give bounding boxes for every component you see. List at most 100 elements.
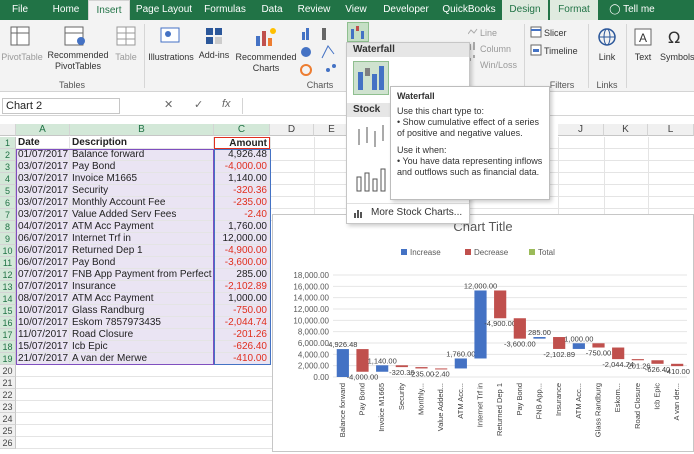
waterfall-bar[interactable] [631, 359, 644, 361]
chart-legend[interactable]: Increase Decrease Total [401, 248, 555, 257]
x-category-label: Value Added... [436, 383, 445, 431]
more-stock-charts-link[interactable]: More Stock Charts... [371, 207, 462, 219]
symbols-button[interactable]: Symbols [660, 52, 694, 63]
waterfall-bar[interactable] [671, 363, 684, 367]
waterfall-bar[interactable] [395, 365, 408, 368]
text-button[interactable]: Text [630, 52, 656, 63]
tab-developer[interactable]: Developer [376, 0, 436, 20]
row-header[interactable]: 8 [0, 221, 16, 233]
sparkline-column-button[interactable]: Column [480, 44, 511, 55]
row-header[interactable]: 16 [0, 317, 16, 329]
tab-formulas[interactable]: Formulas [198, 0, 252, 20]
stock-option-volume[interactable] [353, 163, 389, 195]
recommended-charts-icon [256, 28, 276, 46]
row-header[interactable]: 5 [0, 185, 16, 197]
row-header[interactable]: 15 [0, 305, 16, 317]
column-header-k[interactable]: K [604, 124, 648, 136]
row-header[interactable]: 3 [0, 161, 16, 173]
waterfall-bar[interactable] [376, 365, 389, 372]
waterfall-bar[interactable] [612, 347, 625, 360]
addins-button[interactable]: Add-ins [198, 50, 230, 61]
row-header[interactable]: 9 [0, 233, 16, 245]
tell-me-box[interactable]: ◯ Tell me [604, 0, 660, 20]
row-header[interactable]: 10 [0, 245, 16, 257]
tab-insert[interactable]: Insert [88, 0, 130, 20]
cell-header-amount[interactable]: Amount [214, 137, 270, 149]
waterfall-bar[interactable] [592, 343, 605, 348]
chart-series[interactable]: 0.00 2,000.00 4,000.00 6,000.00 8,000.00 10,0… [293, 271, 689, 437]
tab-home[interactable]: Home [44, 0, 88, 20]
name-box[interactable]: Chart 2 [2, 98, 120, 114]
row-header[interactable]: 21 [0, 377, 16, 389]
data-label: -2.40 [433, 369, 450, 378]
tab-file[interactable]: File [0, 0, 40, 20]
stock-option-hlc[interactable] [353, 123, 389, 153]
row-header[interactable]: 24 [0, 413, 16, 425]
fx-icon[interactable]: fx [222, 98, 231, 110]
waterfall-bar[interactable] [454, 358, 467, 369]
row-header[interactable]: 23 [0, 401, 16, 413]
cell-header-description[interactable]: Description [70, 137, 214, 149]
row-header[interactable]: 25 [0, 425, 16, 437]
row-header[interactable]: 14 [0, 293, 16, 305]
tables-group-label: Tables [58, 80, 85, 90]
tab-data[interactable]: Data [254, 0, 290, 20]
waterfall-bar[interactable] [572, 343, 585, 349]
addins-icon [206, 28, 222, 44]
row-header[interactable]: 13 [0, 281, 16, 293]
row-header[interactable]: 20 [0, 365, 16, 377]
column-header-b[interactable]: B [70, 124, 214, 136]
waterfall-bar[interactable] [513, 318, 526, 339]
row-header[interactable]: 6 [0, 197, 16, 209]
pivot-table-button[interactable]: PivotTable [0, 52, 44, 63]
column-header-l[interactable]: L [648, 124, 694, 136]
x-category-label: Pay Bond [515, 383, 524, 416]
row-header[interactable]: 19 [0, 353, 16, 365]
cancel-icon[interactable]: ✕ [164, 98, 173, 111]
illustrations-button[interactable]: Illustrations [146, 52, 196, 63]
chart-type-icons[interactable] [300, 24, 344, 76]
row-header[interactable]: 7 [0, 209, 16, 221]
row-header[interactable]: 12 [0, 269, 16, 281]
column-header-d[interactable]: D [270, 124, 314, 136]
waterfall-bar[interactable] [651, 360, 664, 364]
select-all-corner[interactable] [0, 124, 16, 136]
tab-quickbooks[interactable]: QuickBooks [438, 0, 500, 20]
tab-format[interactable]: Format [550, 0, 598, 20]
tab-design[interactable]: Design [502, 0, 548, 20]
chart-plot-area[interactable]: Chart Title Increase Decrease Total 0.002,… [273, 215, 693, 451]
recommended-charts-button[interactable]: Recommended Charts [232, 52, 300, 74]
timeline-button[interactable]: Timeline [544, 46, 578, 57]
row-header[interactable]: 22 [0, 389, 16, 401]
tab-review[interactable]: Review [292, 0, 336, 20]
tab-page-layout[interactable]: Page Layout [132, 0, 196, 20]
recommended-pivot-button[interactable]: Recommended PivotTables [46, 50, 110, 72]
row-header[interactable]: 18 [0, 341, 16, 353]
table-button[interactable]: Table [112, 52, 140, 63]
waterfall-stock-dropdown[interactable] [347, 22, 369, 42]
data-label: -2,102.89 [543, 350, 575, 359]
column-header-c[interactable]: C [214, 124, 270, 136]
cell-header-date[interactable]: Date [16, 137, 70, 149]
row-header[interactable]: 2 [0, 149, 16, 161]
sparkline-line-button[interactable]: Line [480, 28, 497, 39]
column-header-e[interactable]: E [314, 124, 350, 136]
slicer-button[interactable]: Slicer [544, 28, 567, 39]
waterfall-bar[interactable] [494, 290, 507, 319]
data-label: 1,140.00 [368, 356, 397, 365]
link-button[interactable]: Link [592, 52, 622, 63]
sparkline-winloss-button[interactable]: Win/Loss [480, 60, 517, 71]
column-header-a[interactable]: A [16, 124, 70, 136]
waterfall-bar[interactable] [415, 367, 428, 369]
row-header[interactable]: 1 [0, 137, 16, 149]
enter-icon[interactable]: ✓ [194, 98, 203, 111]
row-header[interactable]: 26 [0, 437, 16, 449]
row-header[interactable]: 11 [0, 257, 16, 269]
waterfall-bar[interactable] [533, 337, 546, 339]
waterfall-option[interactable] [353, 61, 389, 95]
row-header[interactable]: 17 [0, 329, 16, 341]
column-header-j[interactable]: J [558, 124, 604, 136]
waterfall-chart[interactable]: Chart Title Increase Decrease Total 0.00 2,… [272, 214, 694, 452]
tab-view[interactable]: View [338, 0, 374, 20]
row-header[interactable]: 4 [0, 173, 16, 185]
